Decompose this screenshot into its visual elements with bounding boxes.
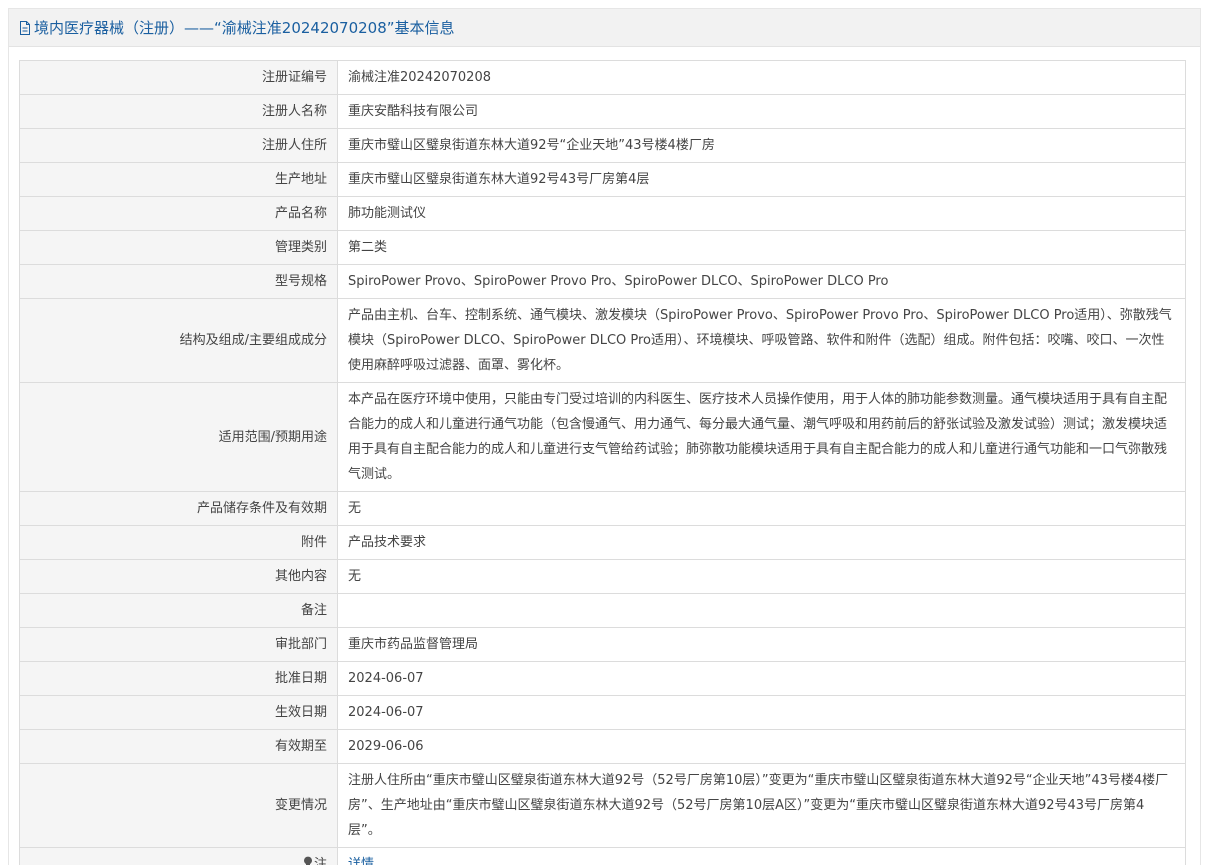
table-row: 批准日期 2024-06-07 <box>19 661 1186 696</box>
row-value: 渝械注准20242070208 <box>337 60 1186 95</box>
row-label: 生效日期 <box>19 695 338 730</box>
row-value: 2024-06-07 <box>337 695 1186 730</box>
table-row: 产品名称 肺功能测试仪 <box>19 196 1186 231</box>
row-value: 肺功能测试仪 <box>337 196 1186 231</box>
row-label: 注册人名称 <box>19 94 338 129</box>
table-row: 注册证编号 渝械注准20242070208 <box>19 60 1186 95</box>
row-label: 有效期至 <box>19 729 338 764</box>
row-value: SpiroPower Provo、SpiroPower Provo Pro、Sp… <box>337 264 1186 299</box>
table-row: 其他内容 无 <box>19 559 1186 594</box>
document-icon <box>20 20 30 35</box>
row-label: 变更情况 <box>19 763 338 848</box>
table-row: 型号规格 SpiroPower Provo、SpiroPower Provo P… <box>19 264 1186 299</box>
row-value: 本产品在医疗环境中使用，只能由专门受过培训的内科医生、医疗技术人员操作使用，用于… <box>337 382 1186 492</box>
row-label: 产品名称 <box>19 196 338 231</box>
row-value: 重庆市璧山区璧泉街道东林大道92号“企业天地”43号楼4楼厂房 <box>337 128 1186 163</box>
row-label: 管理类别 <box>19 230 338 265</box>
page-title: 境内医疗器械（注册）——“渝械注准20242070208”基本信息 <box>34 19 455 37</box>
table-row: 生效日期 2024-06-07 <box>19 695 1186 730</box>
row-value: 产品技术要求 <box>337 525 1186 560</box>
lightbulb-icon <box>303 856 312 865</box>
row-label: 备注 <box>19 593 338 628</box>
table-row: 注册人住所 重庆市璧山区璧泉街道东林大道92号“企业天地”43号楼4楼厂房 <box>19 128 1186 163</box>
table-row: 变更情况 注册人住所由“重庆市璧山区璧泉街道东林大道92号（52号厂房第10层）… <box>19 763 1186 848</box>
note-label: 注 <box>313 857 327 865</box>
table-row: 注册人名称 重庆安酷科技有限公司 <box>19 94 1186 129</box>
row-value: 重庆市璧山区璧泉街道东林大道92号43号厂房第4层 <box>337 162 1186 197</box>
row-value: 重庆市药品监督管理局 <box>337 627 1186 662</box>
row-label: 产品储存条件及有效期 <box>19 491 338 526</box>
row-value: 无 <box>337 491 1186 526</box>
panel-header: 境内医疗器械（注册）——“渝械注准20242070208”基本信息 <box>9 9 1200 47</box>
info-panel: 境内医疗器械（注册）——“渝械注准20242070208”基本信息 注册证编号 … <box>8 8 1201 865</box>
table-row: 审批部门 重庆市药品监督管理局 <box>19 627 1186 662</box>
row-label: 其他内容 <box>19 559 338 594</box>
note-value: 详情 <box>337 847 1186 865</box>
table-row: 管理类别 第二类 <box>19 230 1186 265</box>
row-value: 第二类 <box>337 230 1186 265</box>
row-value: 产品由主机、台车、控制系统、通气模块、激发模块（SpiroPower Provo… <box>337 298 1186 383</box>
table-row: 生产地址 重庆市璧山区璧泉街道东林大道92号43号厂房第4层 <box>19 162 1186 197</box>
row-label: 型号规格 <box>19 264 338 299</box>
row-label: 审批部门 <box>19 627 338 662</box>
row-label: 生产地址 <box>19 162 338 197</box>
row-value: 无 <box>337 559 1186 594</box>
row-value: 注册人住所由“重庆市璧山区璧泉街道东林大道92号（52号厂房第10层）”变更为“… <box>337 763 1186 848</box>
table-row: 产品储存条件及有效期 无 <box>19 491 1186 526</box>
table-row: 适用范围/预期用途 本产品在医疗环境中使用，只能由专门受过培训的内科医生、医疗技… <box>19 382 1186 492</box>
table-row: 附件 产品技术要求 <box>19 525 1186 560</box>
row-value: 2029-06-06 <box>337 729 1186 764</box>
details-link[interactable]: 详情 <box>348 857 374 865</box>
note-label-cell: 注 <box>19 847 338 865</box>
row-value <box>337 593 1186 628</box>
row-label: 注册人住所 <box>19 128 338 163</box>
row-value: 2024-06-07 <box>337 661 1186 696</box>
row-label: 批准日期 <box>19 661 338 696</box>
table-row: 有效期至 2029-06-06 <box>19 729 1186 764</box>
registration-info-table: 注册证编号 渝械注准20242070208 注册人名称 重庆安酷科技有限公司 注… <box>19 60 1186 865</box>
row-value: 重庆安酷科技有限公司 <box>337 94 1186 129</box>
table-row: 结构及组成/主要组成成分 产品由主机、台车、控制系统、通气模块、激发模块（Spi… <box>19 298 1186 383</box>
row-label: 注册证编号 <box>19 60 338 95</box>
note-row: 注 详情 <box>19 847 1186 865</box>
table-row: 备注 <box>19 593 1186 628</box>
row-label: 附件 <box>19 525 338 560</box>
row-label: 结构及组成/主要组成成分 <box>19 298 338 383</box>
row-label: 适用范围/预期用途 <box>19 382 338 492</box>
